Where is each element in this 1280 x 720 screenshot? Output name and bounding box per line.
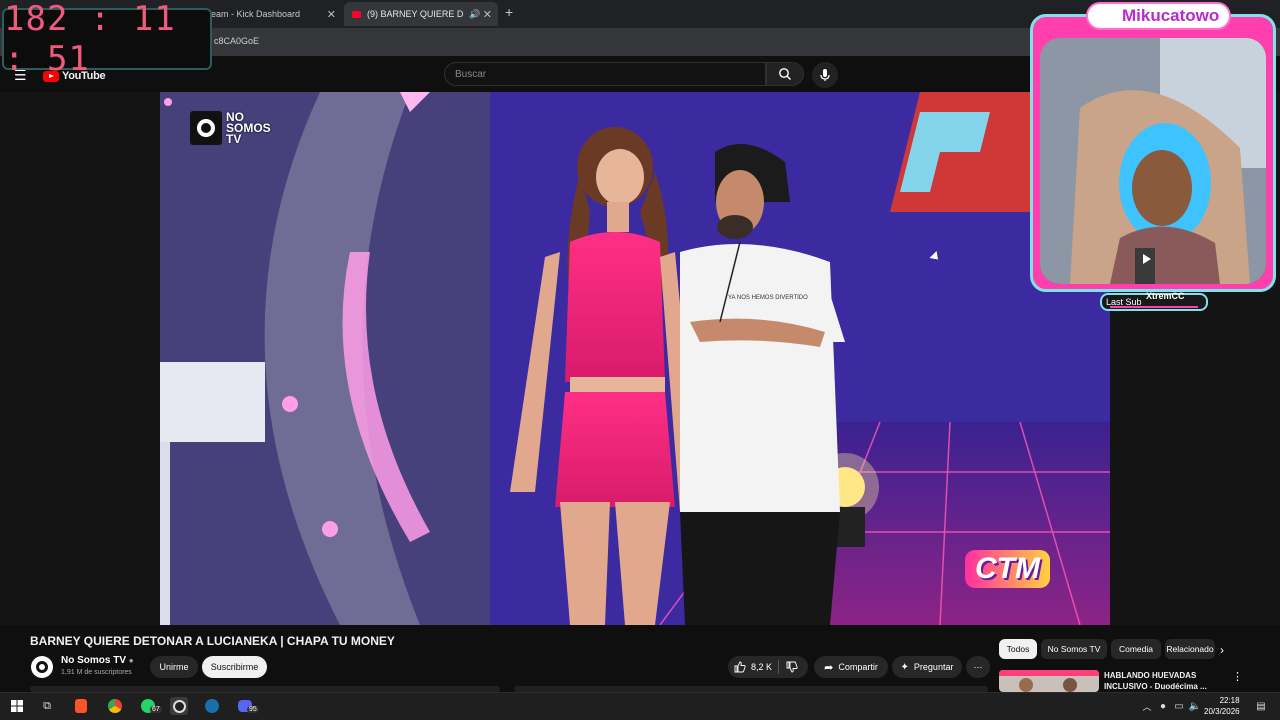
- last-sub-bar: [1110, 306, 1198, 308]
- clock-date: 20/3/2026: [1204, 707, 1240, 716]
- whatsapp-badge: 67: [150, 706, 162, 713]
- last-sub-value: XtremCC: [1146, 291, 1185, 301]
- like-dislike-group[interactable]: 8,2 K: [728, 656, 808, 678]
- task-view-icon[interactable]: ⧉: [38, 697, 56, 715]
- brave-browser-icon[interactable]: [72, 697, 90, 715]
- share-button[interactable]: ➦ Compartir: [814, 656, 888, 678]
- stream-timer: 182 : 11 : 51: [2, 0, 212, 79]
- chip-no-somos-tv[interactable]: No Somos TV: [1041, 639, 1107, 659]
- notification-icon[interactable]: ▤: [1252, 697, 1270, 715]
- channel-name[interactable]: No Somos TV ●: [61, 655, 134, 666]
- channel-logo-icon: [190, 111, 222, 145]
- watermark-line3: TV: [226, 131, 242, 146]
- speaker-icon[interactable]: 🔊: [469, 9, 480, 20]
- join-label: Unirme: [159, 662, 189, 672]
- ask-label: Preguntar: [913, 662, 954, 672]
- chip-todos[interactable]: Todos: [999, 639, 1037, 659]
- tab-label: (9) BARNEY QUIERE DETON: [367, 9, 463, 19]
- new-tab-button[interactable]: +: [505, 4, 513, 20]
- subscribe-button[interactable]: Suscribirme: [202, 656, 267, 678]
- clock-time: 22:18: [1219, 696, 1240, 705]
- share-label: Compartir: [838, 662, 878, 672]
- volume-icon[interactable]: 🔈: [1186, 697, 1204, 715]
- search-icon: [779, 68, 791, 80]
- close-icon[interactable]: ✕: [483, 8, 492, 21]
- steam-icon[interactable]: [203, 697, 221, 715]
- sparkle-icon: ✦: [900, 661, 909, 673]
- thumbs-up-icon[interactable]: [734, 661, 746, 673]
- verified-icon: ●: [128, 656, 134, 665]
- channel-avatar[interactable]: [31, 656, 53, 678]
- vertical-more-icon[interactable]: ⋮: [1232, 670, 1243, 683]
- recommended-thumbnail[interactable]: [999, 670, 1099, 692]
- webcam-image: [1040, 38, 1266, 284]
- channel-name-text[interactable]: No Somos TV: [61, 655, 126, 666]
- windows-start-icon[interactable]: [8, 697, 26, 715]
- tab-kick-dashboard[interactable]: ream - Kick Dashboard ✕: [200, 2, 342, 26]
- tab-youtube-video[interactable]: (9) BARNEY QUIERE DETON 🔊 ✕: [344, 2, 498, 26]
- obs-icon[interactable]: [170, 697, 188, 715]
- chip-comedia[interactable]: Comedia: [1111, 639, 1161, 659]
- subscribe-label: Suscribirme: [210, 662, 259, 672]
- show-badge: CTM: [965, 550, 1050, 588]
- subscriber-count: 1,91 M de suscriptores: [61, 669, 132, 676]
- video-player[interactable]: YA NOS HEMOS DIVERTIDO NO SOMOS TV CTM: [160, 92, 1110, 625]
- channel-watermark: NO SOMOS TV: [190, 108, 290, 148]
- streamer-name: Mikucatowo: [1086, 2, 1232, 30]
- search-input[interactable]: Buscar: [444, 62, 766, 86]
- video-title: BARNEY QUIERE DETONAR A LUCIANEKA | CHAP…: [30, 634, 395, 648]
- chip-relacionado[interactable]: Relacionado: [1165, 639, 1215, 659]
- voice-search-button[interactable]: [812, 62, 838, 88]
- webcam-feed: [1040, 38, 1266, 284]
- url-text[interactable]: c8CA0GoE: [214, 36, 259, 46]
- discord-badge: 95: [247, 706, 259, 713]
- left-background: [0, 92, 160, 625]
- more-actions-button[interactable]: ⋯: [966, 656, 990, 678]
- divider: [778, 660, 779, 674]
- system-clock[interactable]: 22:18 20/3/2026: [1204, 695, 1240, 717]
- video-frame: YA NOS HEMOS DIVERTIDO: [160, 92, 1110, 625]
- ask-button[interactable]: ✦ Preguntar: [892, 656, 962, 678]
- like-count: 8,2 K: [751, 662, 773, 672]
- share-icon: ➦: [824, 661, 834, 674]
- join-button[interactable]: Unirme: [150, 656, 198, 678]
- chevron-right-icon[interactable]: ›: [1220, 643, 1224, 657]
- search-button[interactable]: [766, 62, 804, 86]
- more-icon: ⋯: [973, 661, 983, 672]
- thumbs-down-icon[interactable]: [786, 661, 798, 673]
- chrome-icon[interactable]: [106, 697, 124, 715]
- tab-label: ream - Kick Dashboard: [208, 9, 301, 19]
- last-sub-panel: Last Sub XtremCC: [1100, 291, 1208, 311]
- shirt-text: YA NOS HEMOS DIVERTIDO: [728, 295, 808, 301]
- close-icon[interactable]: ✕: [327, 8, 336, 21]
- recommended-title[interactable]: HABLANDO HUEVADAS INCLUSIVO - Duodécima …: [1104, 670, 1209, 692]
- youtube-favicon-icon: [352, 10, 361, 18]
- microphone-icon: [820, 69, 830, 81]
- search-placeholder: Buscar: [455, 68, 487, 80]
- windows-taskbar: [0, 692, 1280, 720]
